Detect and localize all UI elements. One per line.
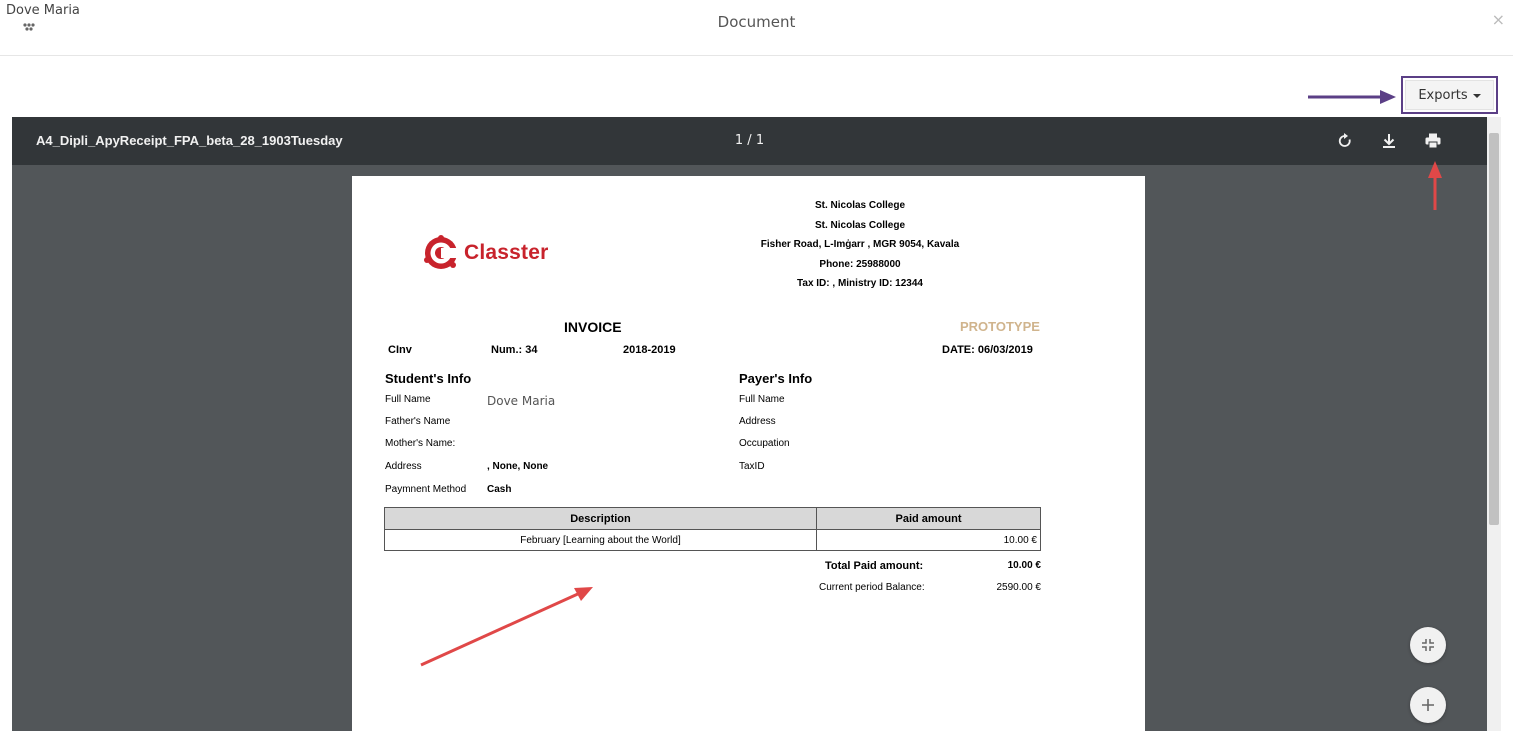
classter-logo-icon: [424, 235, 457, 269]
invoice-date: DATE: 06/03/2019: [942, 344, 1033, 356]
table-header-row: Description Paid amount: [384, 507, 1041, 530]
modal-title: Document: [717, 13, 796, 31]
invoice-title: INVOICE: [564, 319, 622, 335]
total-paid-value: 10.00 €: [1007, 560, 1041, 571]
mother-name-label: Mother's Name:: [385, 438, 456, 449]
student-full-name: Dove Maria: [487, 394, 556, 408]
school-line: St. Nicolas College: [814, 219, 906, 231]
viewer-scrollbar[interactable]: [1487, 117, 1501, 731]
school-line: Fisher Road, L-Imġarr , MGR 9054, Kavala: [760, 239, 960, 250]
payer-address-label: Address: [739, 416, 776, 427]
student-address: , None, None: [487, 461, 549, 472]
student-info-heading: Student's Info: [385, 371, 472, 386]
pdf-viewer: A4_Dipli_ApyReceipt_FPA_beta_28_1903Tues…: [12, 117, 1487, 731]
invoice-number: Num.: 34: [491, 344, 538, 356]
close-icon[interactable]: ×: [1492, 10, 1505, 29]
invoice-page: Classter St. Nicolas College St. Nicolas…: [352, 176, 1145, 731]
school-address-block: St. Nicolas College St. Nicolas College …: [720, 196, 1000, 294]
download-icon[interactable]: [1379, 131, 1399, 151]
fit-page-button[interactable]: [1410, 627, 1446, 663]
prototype-watermark: PROTOTYPE: [960, 319, 1040, 334]
current-balance-value: 2590.00 €: [996, 582, 1042, 593]
column-header-paid-amount: Paid amount: [816, 507, 1041, 530]
invoice-code: CInv: [388, 344, 412, 356]
page-counter: 1 / 1: [734, 133, 765, 148]
item-amount: 10.00 €: [816, 529, 1041, 551]
invoice-year: 2018-2019: [623, 344, 676, 356]
fit-page-icon: [1422, 639, 1434, 651]
header-divider: [0, 55, 1513, 56]
payer-info-heading: Payer's Info: [739, 371, 813, 386]
column-header-description: Description: [384, 507, 817, 530]
document-modal: Dove Maria Document × Exports A4_Dipli_A…: [0, 0, 1513, 731]
zoom-in-button[interactable]: [1410, 687, 1446, 723]
exports-highlight: Exports: [1401, 76, 1498, 114]
caret-down-icon: [1472, 94, 1481, 98]
logo-text: Classter: [464, 241, 549, 264]
school-line: St. Nicolas College: [814, 200, 906, 211]
pdf-toolbar: A4_Dipli_ApyReceipt_FPA_beta_28_1903Tues…: [12, 117, 1487, 165]
total-paid-label: Total Paid amount:: [825, 560, 924, 572]
payer-taxid-label: TaxID: [739, 461, 765, 472]
payment-method-label: Paymnent Method: [385, 484, 467, 495]
item-description: February [Learning about the World]: [384, 529, 817, 551]
payer-full-name-label: Full Name: [739, 394, 785, 405]
school-line: Tax ID: , Ministry ID: 12344: [797, 278, 923, 289]
table-row: February [Learning about the World] 10.0…: [384, 529, 1041, 551]
payer-occupation-label: Occupation: [739, 438, 790, 449]
print-icon[interactable]: [1423, 131, 1443, 151]
classter-logo: Classter: [422, 234, 548, 272]
school-line: Phone: 25988000: [819, 258, 901, 270]
invoice-items-table: Description Paid amount February [Learni…: [384, 507, 1041, 551]
current-balance-label: Current period Balance:: [819, 582, 925, 593]
father-name-label: Father's Name: [385, 416, 451, 427]
payment-method: Cash: [487, 484, 512, 495]
student-full-name-label: Full Name: [385, 394, 431, 405]
exports-label: Exports: [1418, 87, 1468, 103]
scrollbar-thumb[interactable]: [1489, 133, 1499, 525]
student-address-label: Address: [385, 461, 422, 472]
zoom-in-icon: [1422, 699, 1434, 711]
rotate-icon[interactable]: [1335, 131, 1355, 151]
exports-button[interactable]: Exports: [1405, 80, 1494, 110]
